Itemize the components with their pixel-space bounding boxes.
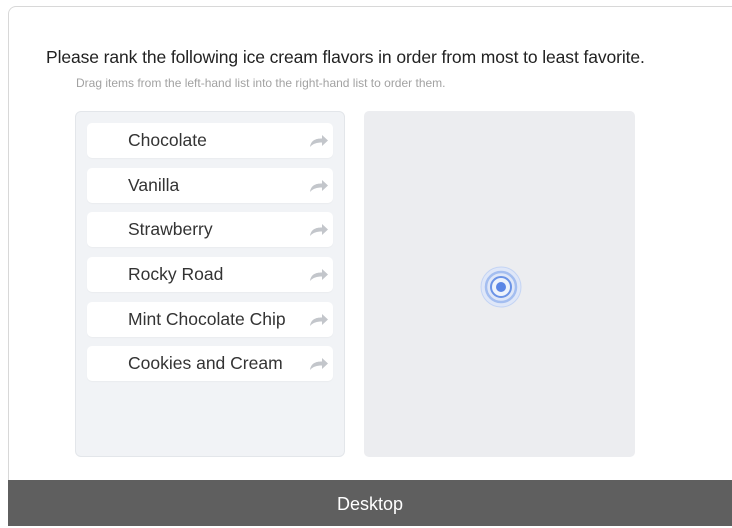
question-title: Please rank the following ice cream flav… [46, 47, 645, 67]
device-label: Desktop [336, 494, 404, 514]
curved-arrow-right-icon[interactable] [307, 178, 329, 194]
rank-option-label: Rocky Road [128, 264, 224, 284]
rank-option-mint-chocolate-chip[interactable]: Mint Chocolate Chip [87, 302, 333, 337]
rank-option-label: Mint Chocolate Chip [128, 309, 286, 329]
rank-option-chocolate[interactable]: Chocolate [87, 123, 333, 158]
ranked-drop-zone[interactable] [364, 111, 635, 457]
rank-option-strawberry[interactable]: Strawberry [87, 212, 333, 247]
device-footer-bar: Desktop [8, 480, 732, 526]
curved-arrow-right-icon[interactable] [307, 312, 329, 328]
touch-indicator-icon [480, 266, 522, 308]
unranked-options-list: Chocolate Vanilla Strawberry Rocky Road … [75, 111, 345, 457]
rank-option-label: Cookies and Cream [128, 353, 283, 373]
rank-option-label: Vanilla [128, 175, 180, 195]
curved-arrow-right-icon[interactable] [307, 267, 329, 283]
rank-option-cookies-and-cream[interactable]: Cookies and Cream [87, 346, 333, 381]
question-instructions: Drag items from the left-hand list into … [76, 76, 446, 90]
curved-arrow-right-icon[interactable] [307, 133, 329, 149]
rank-option-vanilla[interactable]: Vanilla [87, 168, 333, 203]
rank-option-rocky-road[interactable]: Rocky Road [87, 257, 333, 292]
rank-option-label: Chocolate [128, 130, 207, 150]
survey-frame: Please rank the following ice cream flav… [8, 6, 732, 481]
curved-arrow-right-icon[interactable] [307, 356, 329, 372]
rank-option-label: Strawberry [128, 219, 213, 239]
curved-arrow-right-icon[interactable] [307, 222, 329, 238]
